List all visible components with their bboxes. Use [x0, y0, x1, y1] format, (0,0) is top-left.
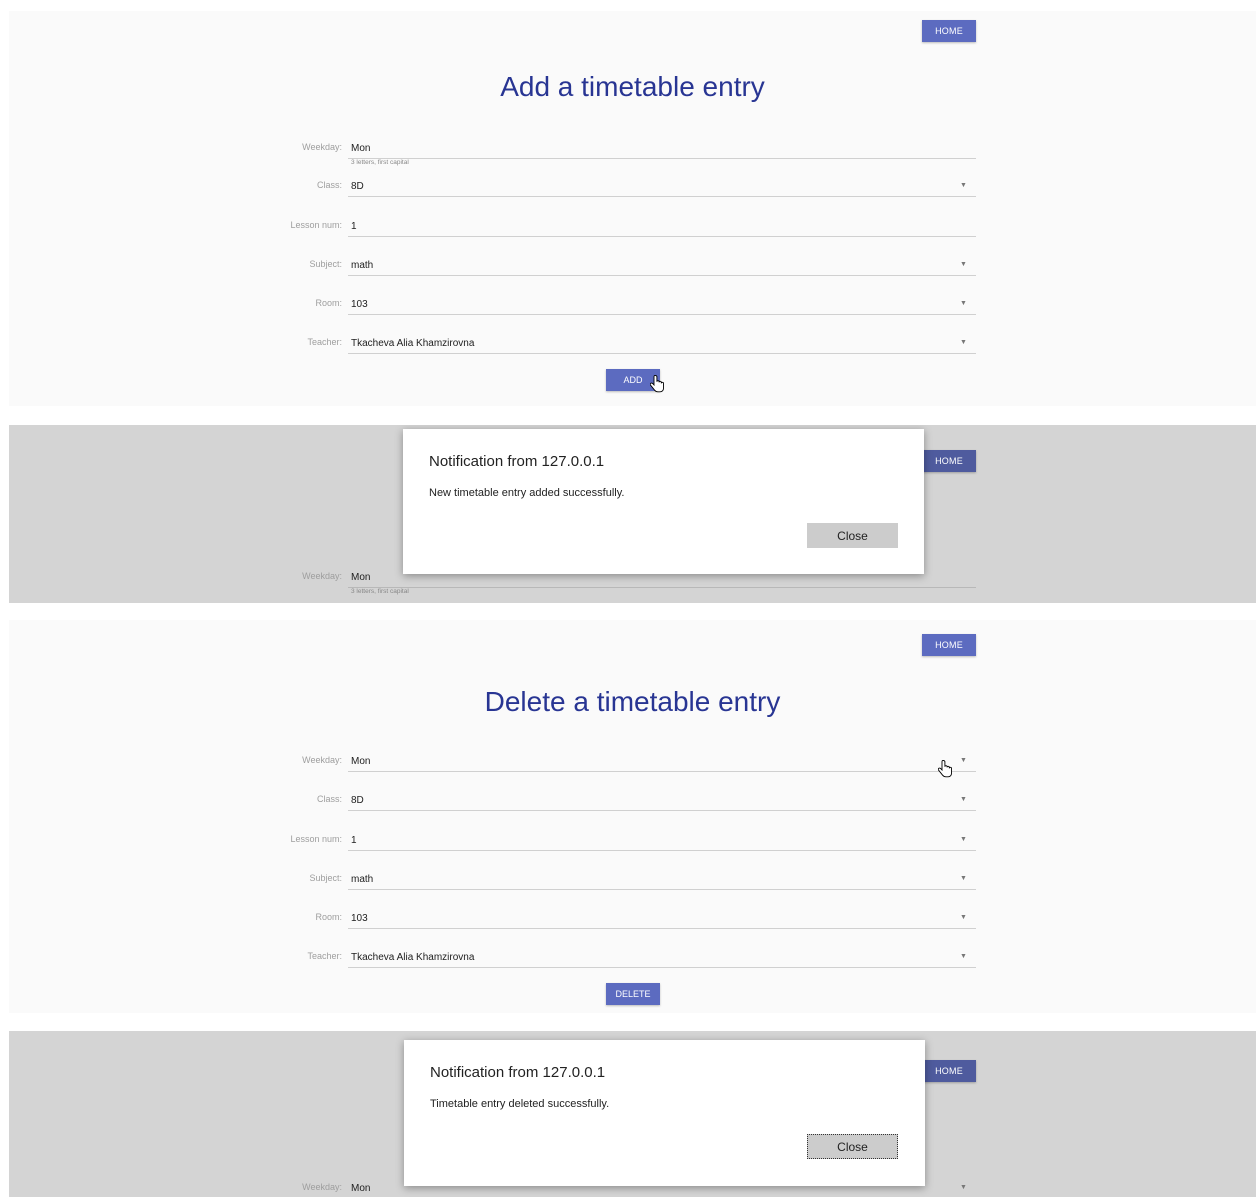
page-title: Delete a timetable entry	[484, 686, 781, 717]
weekday-row: Weekday: Mon 3 letters, first capital	[9, 571, 1256, 601]
class-select[interactable]	[348, 176, 976, 196]
field-underline	[348, 850, 976, 851]
close-button[interactable]: Close	[807, 1134, 898, 1159]
add-notification-panel: HOME Weekday: Mon 3 letters, first capit…	[9, 425, 1256, 603]
field-underline	[348, 587, 976, 588]
hand-cursor-icon	[650, 375, 664, 393]
dropdown-arrow-icon: ▼	[960, 339, 967, 346]
field-underline	[348, 236, 976, 237]
weekday-hint: 3 letters, first capital	[351, 159, 409, 166]
dropdown-arrow-icon: ▼	[960, 914, 967, 921]
teacher-value: Tkacheva Alia Khamzirovna	[351, 952, 475, 963]
dialog-message: Timetable entry deleted successfully.	[430, 1098, 610, 1110]
lesson-num-row: Lesson num: 1 ▼	[9, 834, 1256, 864]
notification-dialog: Notification from 127.0.0.1 Timetable en…	[404, 1040, 925, 1186]
field-underline	[348, 275, 976, 276]
home-button[interactable]: HOME	[922, 634, 976, 656]
field-underline	[348, 196, 976, 197]
room-row: Room: 103 ▼	[9, 912, 1256, 942]
weekday-value: Mon	[351, 1183, 371, 1194]
field-underline	[348, 928, 976, 929]
dialog-title: Notification from 127.0.0.1	[429, 453, 605, 470]
teacher-label: Teacher:	[307, 337, 342, 347]
room-label: Room:	[315, 298, 342, 308]
add-timetable-panel: HOME Add a timetable entry Weekday: Mon …	[9, 11, 1256, 406]
home-button[interactable]: HOME	[922, 1060, 976, 1082]
weekday-input[interactable]	[348, 138, 976, 158]
home-button[interactable]: HOME	[922, 20, 976, 42]
room-label: Room:	[315, 912, 342, 922]
dropdown-arrow-icon: ▼	[960, 182, 967, 189]
subject-select[interactable]	[348, 255, 976, 275]
weekday-label: Weekday:	[302, 755, 342, 765]
lesson-num-label: Lesson num:	[290, 220, 342, 230]
home-button[interactable]: HOME	[922, 450, 976, 472]
field-underline	[348, 158, 976, 159]
class-select[interactable]	[348, 790, 976, 810]
class-value: 8D	[351, 181, 364, 192]
lesson-num-input[interactable]	[348, 216, 976, 236]
close-button[interactable]: Close	[807, 523, 898, 548]
room-row: Room: 103 ▼	[9, 298, 1256, 328]
weekday-label: Weekday:	[302, 1182, 342, 1192]
class-row: Class: 8D ▼	[9, 180, 1256, 210]
class-label: Class:	[316, 794, 342, 804]
teacher-row: Teacher: Tkacheva Alia Khamzirovna ▼	[9, 337, 1256, 367]
weekday-value: Mon	[351, 572, 371, 583]
delete-timetable-panel: HOME Delete a timetable entry Weekday: M…	[9, 620, 1256, 1013]
delete-button[interactable]: DELETE	[606, 983, 660, 1005]
dropdown-arrow-icon: ▼	[960, 836, 967, 843]
subject-row: Subject: math ▼	[9, 873, 1256, 903]
weekday-label: Weekday:	[302, 142, 342, 152]
hand-cursor-icon	[938, 760, 952, 778]
dropdown-arrow-icon: ▼	[960, 796, 967, 803]
teacher-label: Teacher:	[307, 951, 342, 961]
subject-label: Subject:	[309, 259, 342, 269]
lesson-num-label: Lesson num:	[290, 834, 342, 844]
dropdown-arrow-icon: ▼	[960, 875, 967, 882]
room-value: 103	[351, 299, 368, 310]
subject-row: Subject: math ▼	[9, 259, 1256, 289]
subject-label: Subject:	[309, 873, 342, 883]
field-underline	[348, 314, 976, 315]
dropdown-arrow-icon: ▼	[960, 261, 967, 268]
dropdown-arrow-icon: ▼	[960, 1184, 967, 1191]
teacher-row: Teacher: Tkacheva Alia Khamzirovna ▼	[9, 951, 1256, 981]
room-select[interactable]	[348, 908, 976, 928]
field-underline	[348, 967, 976, 968]
lesson-num-value: 1	[351, 835, 357, 846]
field-underline	[348, 771, 976, 772]
weekday-select[interactable]	[348, 751, 976, 771]
room-select[interactable]	[348, 294, 976, 314]
room-value: 103	[351, 913, 368, 924]
lesson-num-row: Lesson num: 1	[9, 220, 1256, 250]
subject-select[interactable]	[348, 869, 976, 889]
teacher-value: Tkacheva Alia Khamzirovna	[351, 338, 475, 349]
dropdown-arrow-icon: ▼	[960, 300, 967, 307]
dialog-message: New timetable entry added successfully.	[429, 487, 625, 499]
field-underline	[348, 889, 976, 890]
class-value: 8D	[351, 795, 364, 806]
weekday-row: Weekday: Mon 3 letters, first capital	[9, 142, 1256, 172]
notification-dialog: Notification from 127.0.0.1 New timetabl…	[403, 429, 924, 574]
class-label: Class:	[316, 180, 342, 190]
field-underline	[348, 810, 976, 811]
dropdown-arrow-icon: ▼	[960, 757, 967, 764]
weekday-value: Mon	[351, 756, 371, 767]
lesson-num-select[interactable]	[348, 830, 976, 850]
subject-value: math	[351, 874, 374, 885]
weekday-value: Mon	[351, 143, 371, 154]
weekday-row: Weekday: Mon ▼	[9, 755, 1256, 785]
class-row: Class: 8D ▼	[9, 794, 1256, 824]
field-underline	[348, 353, 976, 354]
weekday-hint: 3 letters, first capital	[351, 588, 409, 595]
subject-value: math	[351, 260, 374, 271]
lesson-num-value: 1	[351, 221, 357, 232]
dropdown-arrow-icon: ▼	[960, 953, 967, 960]
weekday-label: Weekday:	[302, 571, 342, 581]
page-title: Add a timetable entry	[500, 71, 765, 102]
delete-notification-panel: HOME Weekday: Mon ▼ Notification from 12…	[9, 1031, 1256, 1197]
dialog-title: Notification from 127.0.0.1	[430, 1064, 606, 1081]
